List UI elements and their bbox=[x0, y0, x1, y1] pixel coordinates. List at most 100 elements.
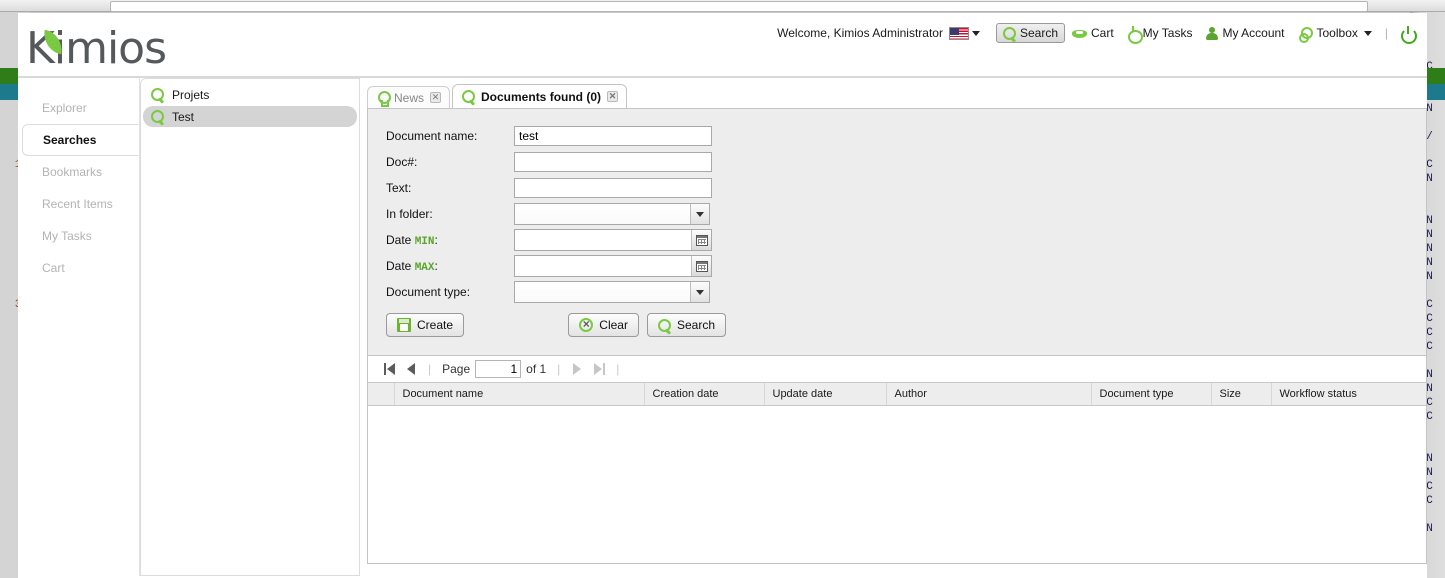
pager-page-label: Page bbox=[442, 362, 470, 376]
document-type-select[interactable] bbox=[514, 281, 710, 303]
form-row-document-name: Document name: bbox=[386, 123, 1426, 149]
user-icon bbox=[1206, 27, 1218, 40]
tab-close-icon[interactable]: ✕ bbox=[607, 91, 618, 102]
browser-toolbar bbox=[0, 0, 1445, 12]
magnifier-icon bbox=[151, 88, 164, 101]
label-date-max: Date MAX: bbox=[386, 259, 514, 274]
form-row-document-type: Document type: bbox=[386, 279, 1426, 305]
label-in-folder: In folder: bbox=[386, 207, 514, 221]
sidebar-item-label: Cart bbox=[42, 261, 65, 275]
column-header-author[interactable]: Author bbox=[886, 383, 1091, 405]
calendar-icon bbox=[696, 235, 708, 246]
label-date-min: Date MIN: bbox=[386, 233, 514, 248]
saved-searches-panel: Projets Test bbox=[140, 78, 360, 576]
document-type-select-wrap bbox=[514, 281, 710, 303]
create-button-label: Create bbox=[417, 318, 453, 332]
in-folder-select[interactable] bbox=[514, 203, 710, 225]
next-page-button[interactable] bbox=[566, 359, 588, 379]
search-button[interactable]: Search bbox=[647, 313, 726, 337]
page-number-input[interactable] bbox=[475, 360, 521, 378]
date-min-calendar-button[interactable] bbox=[691, 230, 711, 250]
date-min-input[interactable] bbox=[514, 229, 712, 251]
sidebar-item-explorer[interactable]: Explorer bbox=[18, 92, 139, 124]
clear-button[interactable]: Clear bbox=[568, 313, 639, 337]
previous-page-button[interactable] bbox=[400, 359, 422, 379]
column-header-document-type[interactable]: Document type bbox=[1091, 383, 1211, 405]
form-row-date-min: Date MIN: bbox=[386, 227, 1426, 253]
last-page-button[interactable] bbox=[588, 359, 610, 379]
in-folder-select-wrap bbox=[514, 203, 710, 225]
column-header-document-name[interactable]: Document name bbox=[394, 383, 644, 405]
date-max-input[interactable] bbox=[514, 255, 712, 277]
form-row-text: Text: bbox=[386, 175, 1426, 201]
tab-documents-found[interactable]: Documents found (0) ✕ bbox=[452, 84, 627, 108]
first-page-icon bbox=[384, 363, 386, 375]
magnifier-icon bbox=[658, 319, 671, 332]
calendar-icon bbox=[696, 261, 708, 272]
date-max-calendar-button[interactable] bbox=[691, 256, 711, 276]
header-cart-button[interactable]: Cart bbox=[1065, 23, 1121, 43]
magnifier-icon bbox=[462, 90, 475, 103]
header-divider: | bbox=[1385, 26, 1388, 40]
sidebar-item-searches[interactable]: Searches bbox=[22, 124, 139, 156]
column-header-update-date[interactable]: Update date bbox=[764, 383, 886, 405]
date-max-wrap bbox=[514, 255, 712, 277]
cart-icon bbox=[1072, 28, 1087, 39]
sidebar-item-my-tasks[interactable]: My Tasks bbox=[18, 220, 139, 252]
results-table-container: Document name Creation date Update date … bbox=[367, 382, 1427, 564]
sidebar-item-recent-items[interactable]: Recent Items bbox=[18, 188, 139, 220]
pager-separator: | bbox=[557, 362, 560, 376]
text-input[interactable] bbox=[514, 178, 712, 198]
form-row-doc-number: Doc#: bbox=[386, 149, 1426, 175]
header-my-tasks-label: My Tasks bbox=[1143, 26, 1193, 40]
header-toolbox-button[interactable]: Toolbox bbox=[1292, 23, 1379, 43]
next-page-icon bbox=[573, 363, 581, 375]
doc-number-input[interactable] bbox=[514, 152, 712, 172]
tab-close-icon[interactable]: ✕ bbox=[430, 92, 441, 103]
results-table-body bbox=[368, 405, 1426, 555]
header-search-button[interactable]: Search bbox=[996, 23, 1065, 43]
sidebar-item-label: Recent Items bbox=[42, 197, 113, 211]
save-icon bbox=[397, 318, 411, 332]
app-body: Explorer Searches Bookmarks Recent Items… bbox=[18, 78, 1427, 576]
create-button[interactable]: Create bbox=[386, 313, 464, 337]
pager-separator: | bbox=[616, 362, 619, 376]
magnifier-icon bbox=[151, 110, 164, 123]
first-page-button[interactable] bbox=[378, 359, 400, 379]
chevron-down-icon bbox=[1364, 31, 1372, 36]
language-selector[interactable] bbox=[949, 27, 980, 40]
sidebar-item-cart[interactable]: Cart bbox=[18, 252, 139, 284]
clear-button-label: Clear bbox=[599, 318, 628, 332]
column-header-size[interactable]: Size bbox=[1211, 383, 1271, 405]
sidebar-item-bookmarks[interactable]: Bookmarks bbox=[18, 156, 139, 188]
previous-page-icon bbox=[407, 363, 415, 375]
saved-search-item-test[interactable]: Test bbox=[143, 106, 357, 127]
form-actions: Create Clear Search bbox=[386, 313, 726, 337]
search-form-panel: Document name: Doc#: Text: In folder: bbox=[367, 108, 1427, 356]
document-name-input[interactable] bbox=[514, 126, 712, 146]
chevron-down-icon bbox=[972, 31, 980, 36]
logout-button[interactable] bbox=[1394, 23, 1417, 43]
tab-bar: News ✕ Documents found (0) ✕ bbox=[363, 84, 1427, 108]
column-header-workflow-status[interactable]: Workflow status bbox=[1271, 383, 1426, 405]
browser-address-bar[interactable] bbox=[110, 1, 1368, 12]
sidebar-navigation: Explorer Searches Bookmarks Recent Items… bbox=[18, 78, 140, 576]
header-my-tasks-button[interactable]: My Tasks bbox=[1121, 23, 1200, 43]
app-header: Kimios Welcome, Kimios Administrator Sea… bbox=[18, 13, 1427, 78]
header-cart-label: Cart bbox=[1091, 26, 1114, 40]
saved-search-label: Test bbox=[172, 110, 194, 124]
tab-label: News bbox=[394, 91, 424, 105]
label-document-name: Document name: bbox=[386, 129, 514, 143]
kimios-application-window: Kimios Welcome, Kimios Administrator Sea… bbox=[18, 13, 1427, 578]
header-my-account-label: My Account bbox=[1222, 26, 1284, 40]
tab-news[interactable]: News ✕ bbox=[367, 86, 450, 108]
sidebar-item-label: Searches bbox=[43, 133, 96, 147]
header-my-account-button[interactable]: My Account bbox=[1199, 23, 1291, 43]
saved-search-item-projets[interactable]: Projets bbox=[143, 84, 357, 105]
form-row-in-folder: In folder: bbox=[386, 201, 1426, 227]
header-toolbar: Welcome, Kimios Administrator Search Car… bbox=[777, 23, 1417, 43]
column-header-creation-date[interactable]: Creation date bbox=[644, 383, 764, 405]
sidebar-item-label: Explorer bbox=[42, 101, 87, 115]
table-header-row: Document name Creation date Update date … bbox=[368, 383, 1426, 405]
label-doc-number: Doc#: bbox=[386, 155, 514, 169]
